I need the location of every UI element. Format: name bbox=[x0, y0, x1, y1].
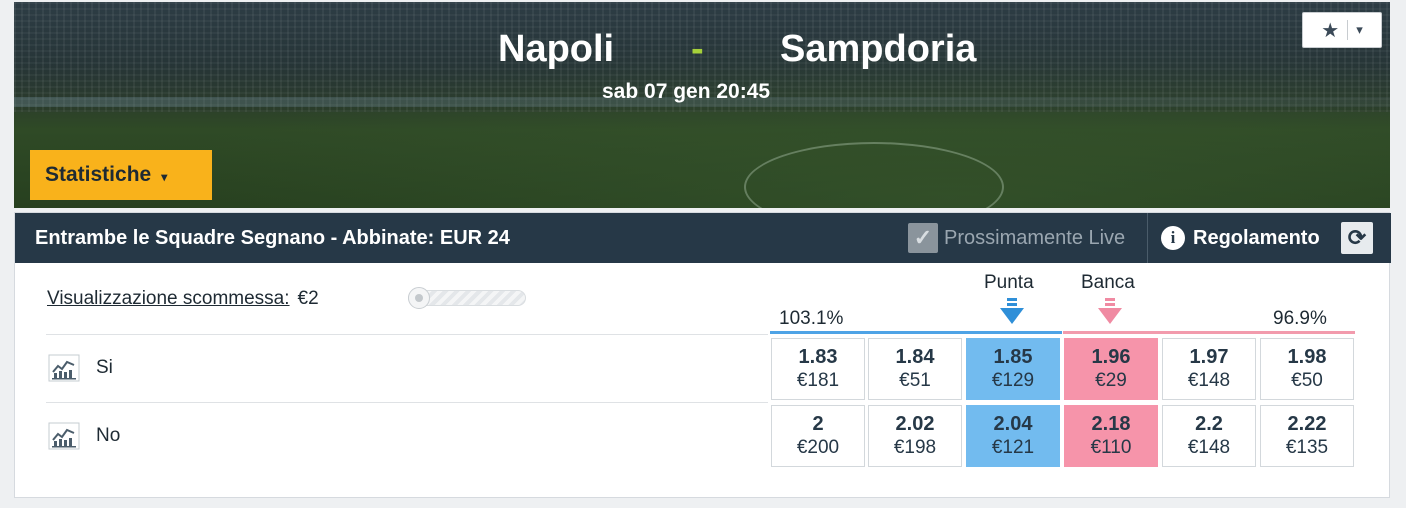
away-team: Sampdoria bbox=[780, 28, 977, 70]
lay-column-underline bbox=[1063, 331, 1355, 334]
event-datetime: sab 07 gen 20:45 bbox=[602, 80, 771, 103]
odds-size: €148 bbox=[1187, 370, 1231, 391]
event-banner: Napoli - Sampdoria sab 07 gen 20:45 ★ ▾ … bbox=[14, 2, 1390, 208]
refresh-button[interactable]: ⟳ bbox=[1341, 222, 1373, 254]
best-lay-odds-cell[interactable]: 2.18 €110 bbox=[1064, 405, 1158, 467]
back-arrow-icon bbox=[1000, 298, 1024, 324]
header-divider bbox=[1147, 213, 1148, 263]
runner-name: No bbox=[96, 425, 121, 446]
lay-odds-cell[interactable]: 2.2 €148 bbox=[1162, 405, 1256, 467]
market-header: Entrambe le Squadre Segnano - Abbinate: … bbox=[15, 213, 1391, 263]
best-back-odds-cell[interactable]: 2.04 €121 bbox=[966, 405, 1060, 467]
back-odds-cell[interactable]: 1.83 €181 bbox=[771, 338, 865, 400]
odds-size: €110 bbox=[1090, 437, 1132, 458]
page: Napoli - Sampdoria sab 07 gen 20:45 ★ ▾ … bbox=[0, 0, 1406, 508]
odds-size: €51 bbox=[899, 370, 931, 391]
back-column-label: Punta bbox=[984, 272, 1034, 293]
odds-size: €200 bbox=[796, 437, 840, 458]
home-team: Napoli bbox=[498, 28, 615, 70]
odds-price: 1.97 bbox=[1189, 346, 1229, 368]
chart-icon[interactable] bbox=[48, 422, 80, 450]
checkbox-icon: ✓ bbox=[908, 223, 938, 253]
stake-slider[interactable] bbox=[408, 287, 526, 309]
runner-name: Si bbox=[96, 357, 113, 378]
odds-price: 1.83 bbox=[798, 346, 838, 368]
lay-book-percentage: 96.9% bbox=[1273, 308, 1327, 329]
rules-link[interactable]: i Regolamento bbox=[1161, 223, 1320, 253]
odds-size: €129 bbox=[991, 370, 1035, 391]
back-book-percentage: 103.1% bbox=[779, 308, 844, 329]
runner-si: Si bbox=[48, 354, 113, 382]
odds-price: 2.18 bbox=[1091, 413, 1131, 435]
star-icon: ★ bbox=[1321, 19, 1340, 42]
odds-size: €29 bbox=[1095, 370, 1127, 391]
caret-down-icon: ▾ bbox=[161, 169, 168, 184]
row-divider bbox=[46, 334, 768, 335]
odds-size: €121 bbox=[991, 437, 1035, 458]
odds-price: 1.85 bbox=[993, 346, 1033, 368]
back-column-underline bbox=[770, 331, 1062, 334]
statistics-button[interactable]: Statistiche ▾ bbox=[30, 150, 212, 200]
info-icon: i bbox=[1161, 226, 1185, 250]
odds-price: 1.96 bbox=[1091, 346, 1131, 368]
runner-no: No bbox=[48, 422, 120, 450]
lay-odds-cell[interactable]: 2.22 €135 bbox=[1260, 405, 1354, 467]
odds-price: 1.98 bbox=[1287, 346, 1327, 368]
lay-odds-cell[interactable]: 1.97 €148 bbox=[1162, 338, 1256, 400]
lay-odds-cell[interactable]: 1.98 €50 bbox=[1260, 338, 1354, 400]
event-title: Napoli - Sampdoria bbox=[14, 28, 1390, 72]
back-odds-cell[interactable]: 2 €200 bbox=[771, 405, 865, 467]
center-circle bbox=[744, 142, 1004, 208]
odds-price: 2 bbox=[812, 413, 824, 435]
chevron-down-icon: ▾ bbox=[1356, 22, 1363, 37]
refresh-icon: ⟳ bbox=[1347, 225, 1367, 250]
favourite-button[interactable]: ★ ▾ bbox=[1302, 12, 1382, 48]
button-divider bbox=[1347, 20, 1349, 40]
odds-size: €135 bbox=[1285, 437, 1329, 458]
coming-live-label: Prossimamente Live bbox=[944, 226, 1126, 249]
stake-display: Visualizzazione scommessa: €2 bbox=[47, 288, 319, 310]
statistics-label: Statistiche bbox=[45, 163, 152, 186]
odds-price: 1.84 bbox=[895, 346, 935, 368]
chart-icon[interactable] bbox=[48, 354, 80, 382]
best-lay-odds-cell[interactable]: 1.96 €29 bbox=[1064, 338, 1158, 400]
lay-column-label: Banca bbox=[1081, 272, 1135, 293]
best-back-odds-cell[interactable]: 1.85 €129 bbox=[966, 338, 1060, 400]
odds-size: €50 bbox=[1291, 370, 1323, 391]
odds-price: 2.2 bbox=[1195, 413, 1223, 435]
stake-value: €2 bbox=[297, 288, 319, 309]
market-title: Entrambe le Squadre Segnano - Abbinate: … bbox=[35, 227, 510, 249]
odds-size: €198 bbox=[893, 437, 937, 458]
odds-price: 2.22 bbox=[1287, 413, 1327, 435]
odds-size: €181 bbox=[796, 370, 840, 391]
odds-price: 2.04 bbox=[993, 413, 1033, 435]
row-divider bbox=[46, 402, 768, 403]
odds-size: €148 bbox=[1187, 437, 1231, 458]
rules-label: Regolamento bbox=[1193, 226, 1320, 249]
coming-live-toggle[interactable]: ✓ Prossimamente Live bbox=[908, 223, 1125, 253]
stake-label[interactable]: Visualizzazione scommessa: bbox=[47, 288, 290, 310]
back-odds-cell[interactable]: 2.02 €198 bbox=[868, 405, 962, 467]
slider-handle[interactable] bbox=[408, 287, 430, 309]
odds-price: 2.02 bbox=[895, 413, 935, 435]
lay-arrow-icon bbox=[1098, 298, 1122, 324]
team-separator: - bbox=[691, 28, 704, 70]
back-odds-cell[interactable]: 1.84 €51 bbox=[868, 338, 962, 400]
